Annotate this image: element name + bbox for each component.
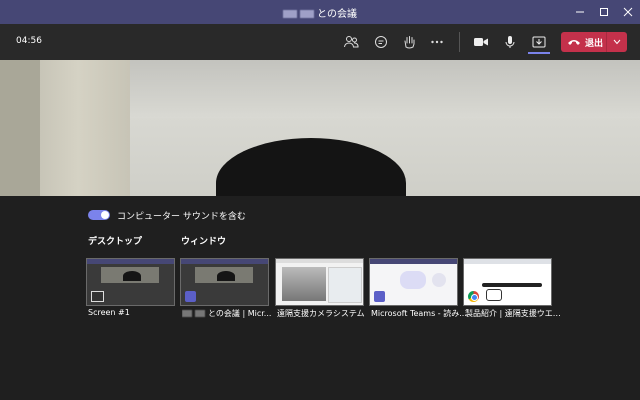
share-item-label: 遠隔支援カメラシステム xyxy=(277,309,365,318)
share-screen-1-thumbnail[interactable] xyxy=(86,258,175,306)
maximize-button[interactable] xyxy=(592,0,616,24)
camera-icon xyxy=(474,38,488,46)
thumb-titlebar xyxy=(276,259,363,263)
participants-button[interactable] xyxy=(340,32,362,52)
camera-button[interactable] xyxy=(470,32,492,52)
thumb-illustration xyxy=(432,273,446,287)
chat-button[interactable] xyxy=(370,32,392,52)
video-feed xyxy=(0,60,640,196)
share-item-label: 製品紹介 | 遠隔支援ウエア... xyxy=(465,309,561,318)
chrome-icon xyxy=(468,291,479,302)
window-title-text: との会議 xyxy=(317,9,357,20)
computer-sound-toggle[interactable] xyxy=(88,210,110,220)
thumb-corridor-image xyxy=(282,267,326,301)
thumb-head xyxy=(217,271,235,281)
thumb-illustration xyxy=(400,271,426,289)
redacted-name xyxy=(195,310,205,317)
share-window-teams-thumbnail[interactable] xyxy=(369,258,458,306)
window-heading: ウィンドウ xyxy=(181,237,227,247)
mic-button[interactable] xyxy=(499,32,521,52)
participants-icon xyxy=(344,36,359,48)
window-title: との会議 xyxy=(0,5,640,20)
share-item-label: との会議 | Micr... xyxy=(182,308,278,319)
computer-sound-label: コンピューター サウンドを含む xyxy=(117,212,246,222)
share-window-product-thumbnail[interactable] xyxy=(463,258,552,306)
thumb-map xyxy=(328,267,362,303)
desktop-heading: デスクトップ xyxy=(88,237,143,247)
teams-icon xyxy=(185,291,196,302)
thumb-head xyxy=(123,271,141,281)
close-button[interactable] xyxy=(616,0,640,24)
share-window-camera-system-thumbnail[interactable] xyxy=(275,258,364,306)
title-bar: との会議 xyxy=(0,0,640,24)
share-button[interactable] xyxy=(528,32,550,54)
participant-head xyxy=(216,138,406,196)
teams-icon xyxy=(374,291,385,302)
more-button[interactable] xyxy=(426,32,448,52)
meeting-timer: 04:56 xyxy=(16,36,42,46)
share-window-meeting-thumbnail[interactable] xyxy=(180,258,269,306)
monitor-icon xyxy=(91,291,104,302)
toolbar-divider xyxy=(459,32,460,52)
meeting-toolbar: 04:56 退出 xyxy=(0,24,640,60)
leave-button[interactable]: 退出 xyxy=(561,32,627,52)
share-item-label: Screen #1 xyxy=(88,308,130,317)
thumb-titlebar xyxy=(464,259,551,264)
leave-options-button[interactable] xyxy=(606,32,627,52)
redacted-name xyxy=(300,10,315,18)
thumb-product-image xyxy=(482,283,542,287)
maximize-icon xyxy=(600,8,608,16)
more-icon xyxy=(431,40,443,44)
redacted-name xyxy=(182,310,192,317)
share-icon xyxy=(532,36,546,48)
minimize-icon xyxy=(576,11,584,13)
raise-hand-button[interactable] xyxy=(398,32,420,52)
share-item-label-text: との会議 | Micr... xyxy=(208,309,272,318)
raise-hand-icon xyxy=(404,36,415,49)
chat-icon xyxy=(375,36,387,48)
thumb-titlebar xyxy=(370,259,457,264)
mic-icon xyxy=(505,36,515,48)
video-ceiling xyxy=(130,60,640,118)
thumb-product-image xyxy=(486,289,502,301)
video-wall-edge xyxy=(0,60,40,196)
phone-icon xyxy=(568,40,580,45)
redacted-name xyxy=(283,10,298,18)
chevron-down-icon xyxy=(613,39,621,45)
share-item-label: Microsoft Teams - 読み... xyxy=(371,309,467,318)
leave-label: 退出 xyxy=(585,38,604,49)
minimize-button[interactable] xyxy=(568,0,592,24)
close-icon xyxy=(623,7,633,17)
